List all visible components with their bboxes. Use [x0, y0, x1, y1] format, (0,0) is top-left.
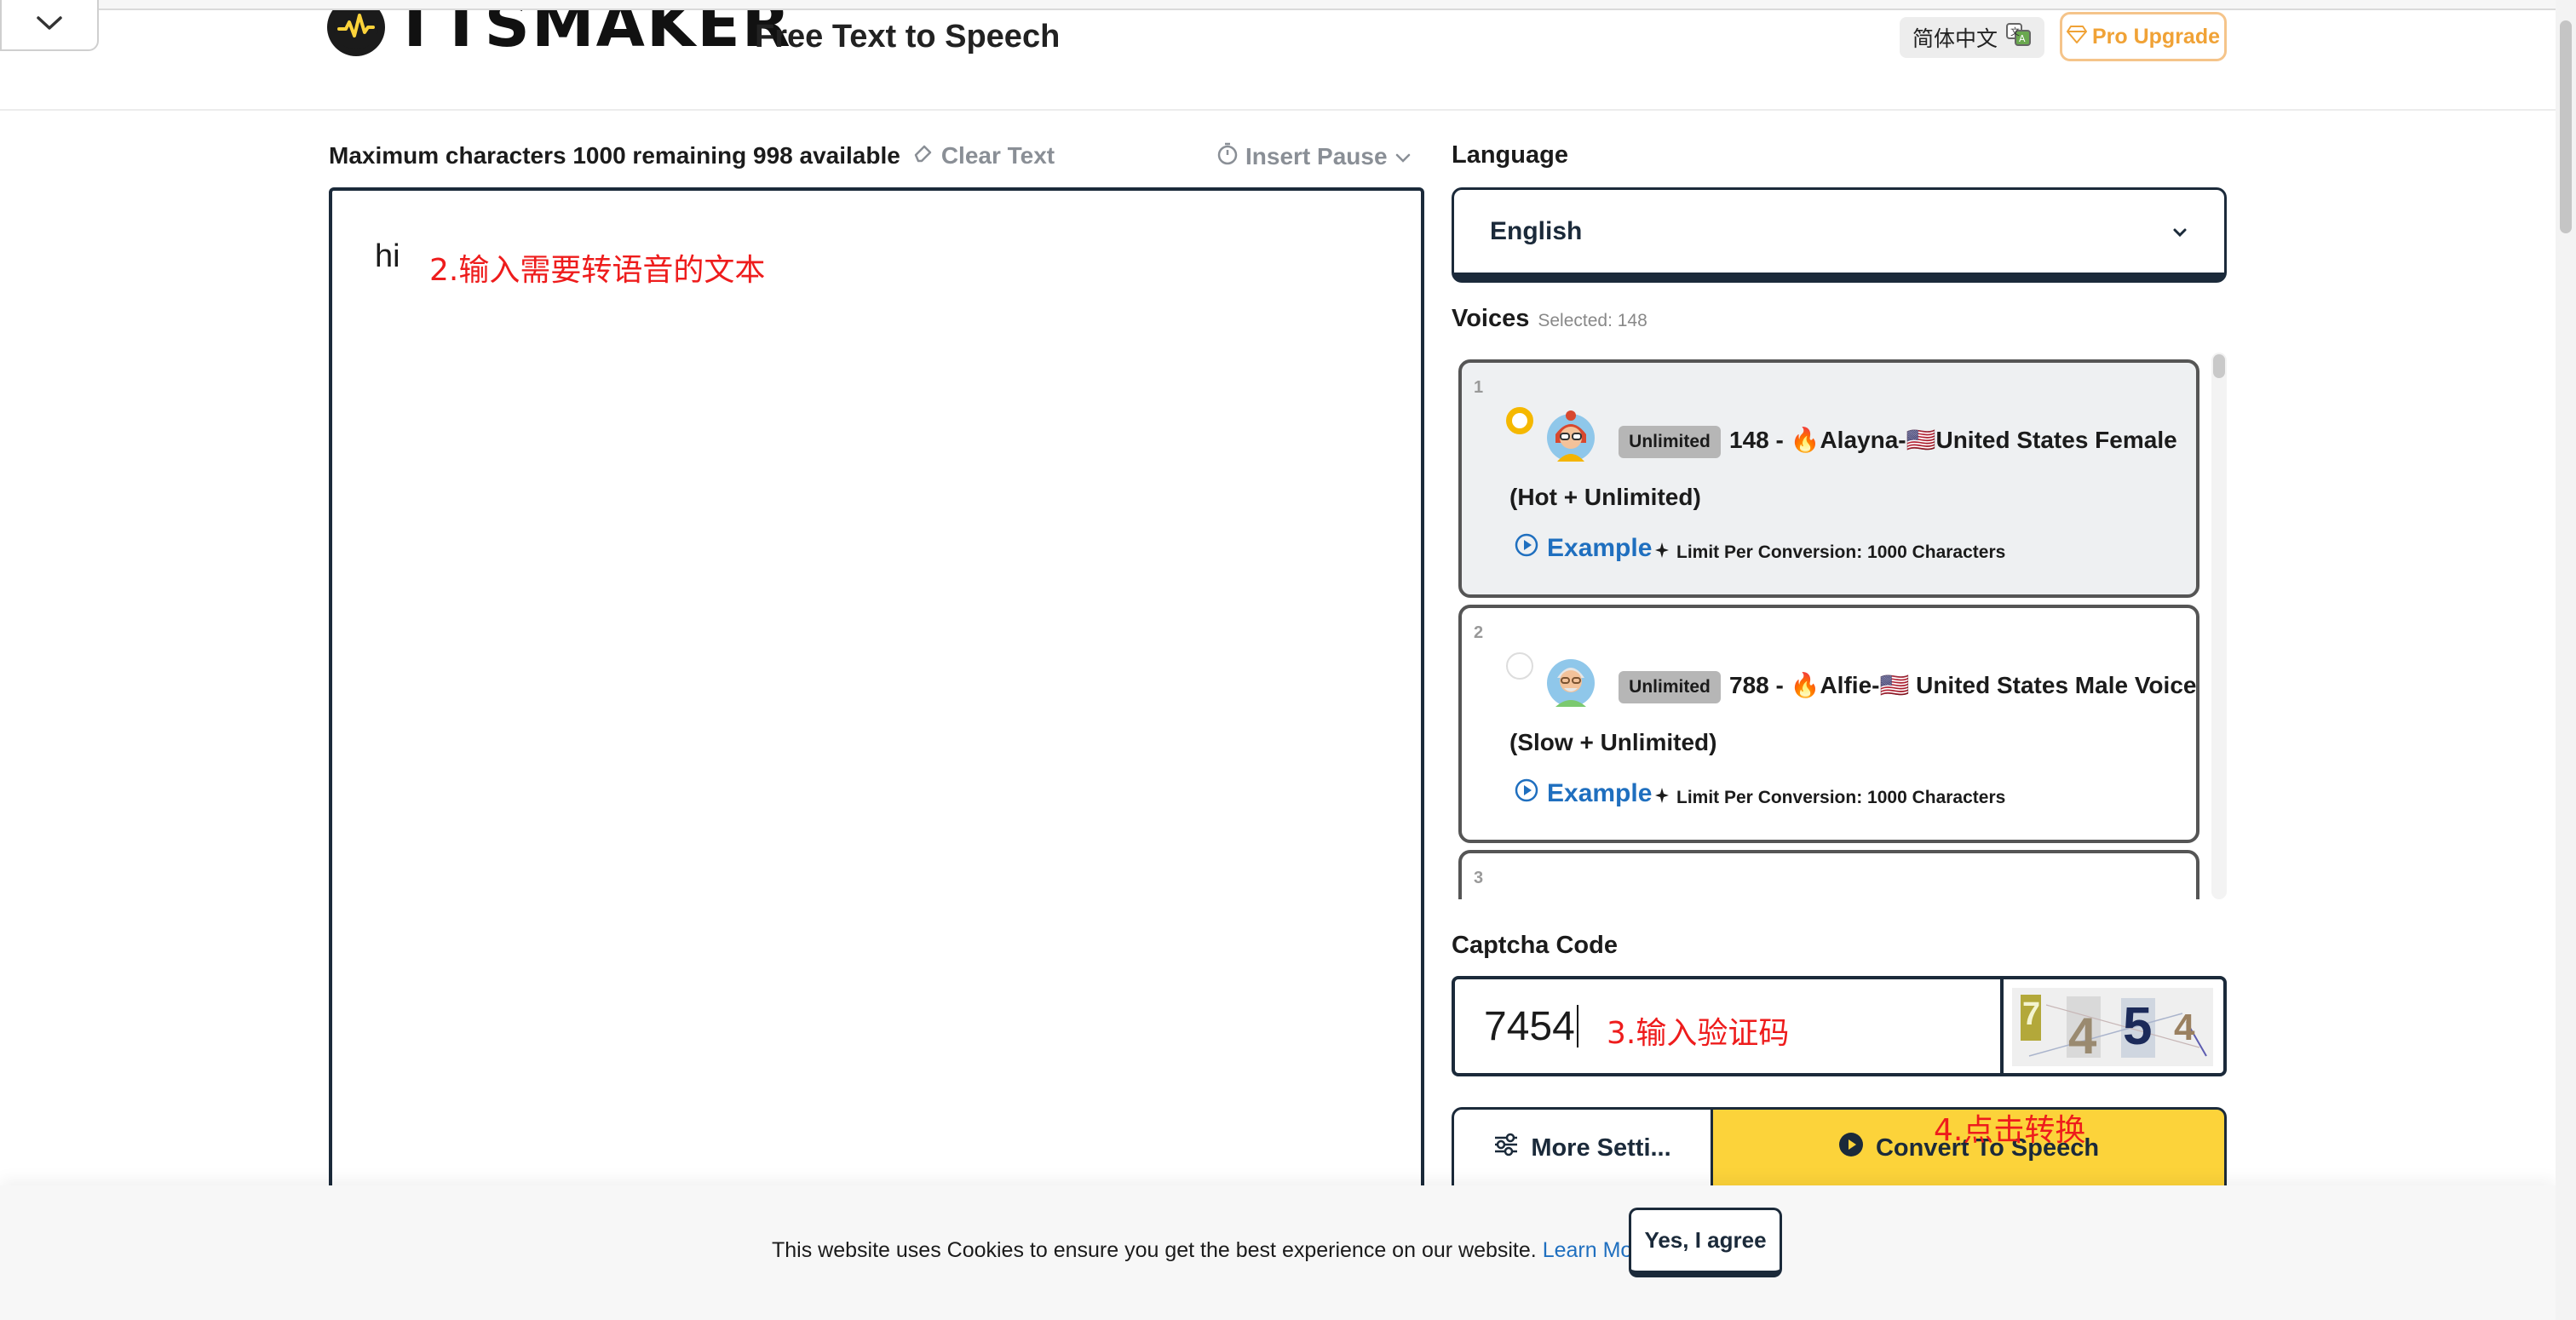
language-switch-button[interactable]: 简体中文 文A: [1900, 17, 2044, 58]
sparkle-icon: [1654, 787, 1670, 809]
captcha-char: 7: [2022, 996, 2041, 1032]
example-label: Example: [1547, 534, 1653, 562]
voices-selected-info: Selected: 148: [1538, 311, 1647, 330]
annotation-step-2: 2.输入需要转语音的文本: [429, 253, 766, 288]
captcha-char: 4: [2174, 1007, 2195, 1048]
diamond-icon: [2066, 25, 2087, 49]
annotation-step-4: 4.点击转换: [1934, 1113, 2086, 1148]
language-select-value: English: [1490, 216, 1583, 245]
insert-pause-label: Insert Pause: [1245, 142, 1388, 169]
voices-scrollbar[interactable]: [2211, 353, 2227, 899]
captcha-label: Captcha Code: [1452, 932, 1618, 959]
cookie-agree-button[interactable]: Yes, I agree: [1629, 1208, 1782, 1277]
text-caret: [1576, 1005, 1578, 1047]
voices-scroll-thumb[interactable]: [2213, 354, 2225, 378]
svg-text:A: A: [2019, 33, 2026, 44]
conversion-limit-text: Limit Per Conversion: 1000 Characters: [1676, 542, 2006, 562]
male-avatar-icon: [1544, 654, 1598, 709]
chevron-down-icon: [35, 14, 64, 37]
sliders-icon: [1493, 1133, 1519, 1163]
unlimited-badge: Unlimited: [1619, 426, 1721, 458]
eraser-icon: [912, 141, 934, 169]
clear-text-label: Clear Text: [940, 141, 1055, 169]
voice-name: 148 - 🔥Alayna-🇺🇸United States Female: [1729, 427, 2177, 453]
unlimited-badge: Unlimited: [1619, 671, 1721, 703]
annotation-step-3: 3.输入验证码: [1607, 1016, 1790, 1051]
captcha-image-background: 7 4 5 4: [2012, 988, 2213, 1066]
cookie-message-text: This website uses Cookies to ensure you …: [772, 1238, 1537, 1262]
play-circle-icon: [1515, 778, 1538, 809]
cookie-consent-bar: This website uses Cookies to ensure you …: [0, 1185, 2556, 1320]
captcha-char: 4: [2068, 1007, 2097, 1065]
conversion-limit-text: Limit Per Conversion: 1000 Characters: [1676, 788, 2006, 807]
captcha-char: 5: [2123, 997, 2153, 1056]
play-circle-icon: [1515, 533, 1538, 564]
voice-name-suffix: (Hot + Unlimited): [1509, 484, 1701, 510]
text-input-value[interactable]: hi: [375, 238, 400, 275]
chevron-down-icon: [2171, 217, 2188, 246]
voice-index: 2: [1474, 623, 1484, 642]
cookie-message: This website uses Cookies to ensure you …: [772, 1238, 1652, 1263]
example-button[interactable]: Example: [1515, 778, 1652, 809]
more-settings-label: More Setti...: [1531, 1133, 1671, 1162]
text-input-area[interactable]: hi: [329, 187, 1424, 1243]
voice-card[interactable]: 2 Unlimited 788 - 🔥Alfie-🇺🇸 United State…: [1458, 605, 2199, 843]
captcha-input-value: 7454: [1484, 1003, 1575, 1049]
female-avatar-icon: [1544, 409, 1598, 463]
clear-text-button[interactable]: Clear Text: [912, 141, 1055, 169]
character-counter: Maximum characters 1000 remaining 998 av…: [329, 141, 1055, 169]
voice-name: 788 - 🔥Alfie-🇺🇸 United States Male Voice: [1729, 672, 2197, 698]
site-tagline: Free Text to Speech: [755, 19, 1061, 55]
voice-card[interactable]: 3: [1458, 850, 2199, 899]
timer-icon: [1216, 141, 1239, 171]
pro-upgrade-button[interactable]: Pro Upgrade: [2060, 12, 2227, 61]
language-select[interactable]: English: [1452, 187, 2227, 283]
pro-upgrade-label: Pro Upgrade: [2091, 24, 2221, 49]
translate-icon: 文A: [2006, 22, 2032, 53]
voice-card[interactable]: 1 Unlimited 148 - 🔥Alayna-🇺🇸United State…: [1458, 359, 2199, 598]
sparkle-icon: [1654, 542, 1670, 564]
voices-list[interactable]: 1 Unlimited 148 - 🔥Alayna-🇺🇸United State…: [1453, 353, 2230, 899]
language-label: Language: [1452, 141, 1568, 169]
example-button[interactable]: Example: [1515, 533, 1652, 564]
page-scroll-thumb[interactable]: [2560, 20, 2572, 233]
site-header: TTSMAKER Free Text to Speech 简体中文 文A Pro…: [0, 0, 2556, 111]
more-settings-button[interactable]: More Setti...: [1452, 1107, 1711, 1189]
conversion-limit: Limit Per Conversion: 1000 Characters: [1654, 787, 2005, 809]
captcha-image[interactable]: 7 4 5 4: [2004, 976, 2227, 1076]
voice-index: 1: [1474, 378, 1484, 397]
chevron-down-icon: [1394, 143, 1412, 170]
character-counter-text: Maximum characters 1000 remaining 998 av…: [329, 141, 900, 169]
example-label: Example: [1547, 779, 1653, 807]
collapse-toggle[interactable]: [0, 0, 99, 51]
language-switch-label: 简体中文: [1912, 27, 1998, 51]
page-scrollbar[interactable]: [2556, 0, 2576, 1320]
insert-pause-dropdown[interactable]: Insert Pause: [1216, 141, 1412, 171]
voice-radio[interactable]: [1506, 407, 1533, 434]
voice-index: 3: [1474, 869, 1484, 887]
voices-label: Voices Selected: 148: [1452, 305, 1647, 333]
play-circle-icon: [1838, 1132, 1864, 1164]
voice-name-suffix: (Slow + Unlimited): [1509, 729, 1717, 755]
conversion-limit: Limit Per Conversion: 1000 Characters: [1654, 542, 2005, 564]
voices-title: Voices: [1452, 305, 1530, 332]
voice-radio[interactable]: [1506, 652, 1533, 680]
browser-top-bar: [0, 0, 2556, 10]
